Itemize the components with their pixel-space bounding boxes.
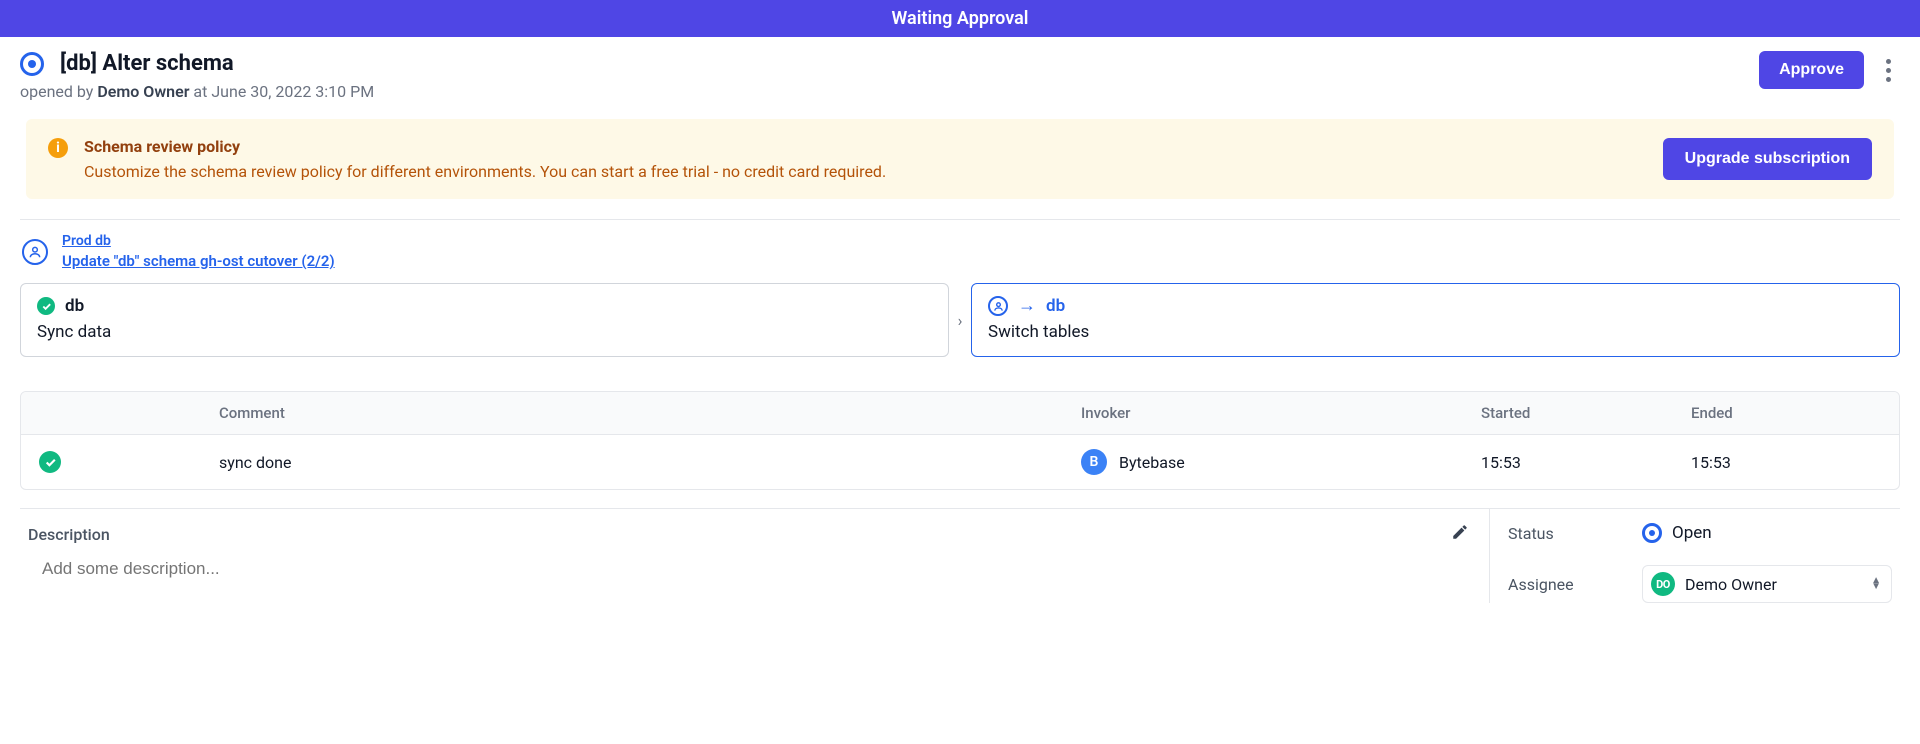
waiting-approval-banner: Waiting Approval (0, 0, 1920, 37)
table-row: sync done B Bytebase 15:53 15:53 (21, 434, 1899, 489)
banner-title: Schema review policy (84, 137, 886, 156)
title-block: [db] Alter schema opened by Demo Owner a… (20, 51, 374, 101)
assignee-avatar: DO (1651, 572, 1675, 596)
status-value: Open (1642, 523, 1712, 543)
opened-by-prefix: opened by (20, 82, 97, 101)
stage-links: Prod db Update "db" schema gh-ost cutove… (62, 232, 335, 271)
status-text: Open (1672, 523, 1712, 543)
assignee-label: Assignee (1508, 575, 1626, 594)
issue-sidebar: Status Open Assignee DO Demo Owner ▲▼ (1490, 509, 1900, 603)
assignee-name: Demo Owner (1685, 575, 1777, 594)
header-actions: Approve (1759, 51, 1900, 89)
status-open-icon (20, 52, 44, 76)
banner-text: Schema review policy Customize the schem… (84, 137, 886, 181)
issue-title: [db] Alter schema (60, 51, 234, 76)
assignee-row: Assignee DO Demo Owner ▲▼ (1508, 565, 1892, 603)
env-link[interactable]: Prod db (62, 232, 335, 251)
status-label: Status (1508, 524, 1626, 543)
stage-header: Prod db Update "db" schema gh-ost cutove… (20, 232, 1900, 283)
col-started: Started (1481, 404, 1691, 422)
issue-header: [db] Alter schema opened by Demo Owner a… (20, 51, 1900, 101)
issue-subtitle: opened by Demo Owner at June 30, 2022 3:… (20, 82, 374, 101)
assignee-select[interactable]: DO Demo Owner ▲▼ (1642, 565, 1892, 603)
col-invoker: Invoker (1081, 404, 1481, 422)
step-top: db (37, 296, 932, 316)
check-circle-icon (39, 451, 61, 473)
approve-button[interactable]: Approve (1759, 51, 1864, 89)
lower-section: Description Status Open Assignee DO (20, 508, 1900, 603)
arrow-right-icon: → (1018, 297, 1036, 315)
stage-section: Prod db Update "db" schema gh-ost cutove… (20, 219, 1900, 373)
table-header: Comment Invoker Started Ended (21, 392, 1899, 434)
row-invoker: B Bytebase (1081, 449, 1481, 475)
check-circle-icon (37, 297, 55, 315)
issue-owner: Demo Owner (97, 82, 189, 101)
step-top: → db (988, 296, 1883, 316)
row-status (39, 451, 219, 473)
title-line: [db] Alter schema (20, 51, 374, 76)
banner-left: i Schema review policy Customize the sch… (48, 137, 886, 181)
col-ended: Ended (1691, 404, 1881, 422)
opened-at: at June 30, 2022 3:10 PM (189, 82, 374, 101)
step-card-switch-tables[interactable]: → db Switch tables (971, 283, 1900, 357)
edit-icon[interactable] (1451, 523, 1469, 545)
invoker-avatar: B (1081, 449, 1107, 475)
schema-review-banner: i Schema review policy Customize the sch… (26, 119, 1894, 199)
user-icon (22, 239, 48, 265)
invoker-name: Bytebase (1119, 453, 1185, 472)
user-icon-small (988, 296, 1008, 316)
status-open-icon (1642, 523, 1662, 543)
task-link[interactable]: Update "db" schema gh-ost cutover (2/2) (62, 251, 335, 271)
row-comment: sync done (219, 453, 1081, 472)
status-row: Status Open (1508, 523, 1892, 543)
steps-row: db Sync data › → db Switch tables (20, 283, 1900, 357)
step-subtitle: Sync data (37, 322, 932, 342)
more-menu-button[interactable] (1876, 52, 1900, 88)
step-name: db (65, 296, 84, 316)
step-name: db (1046, 296, 1065, 316)
row-ended: 15:53 (1691, 453, 1881, 472)
assignee-left: DO Demo Owner (1651, 572, 1777, 596)
description-label: Description (28, 525, 110, 544)
page-body: [db] Alter schema opened by Demo Owner a… (0, 37, 1920, 603)
col-comment: Comment (219, 404, 1081, 422)
step-card-sync-data[interactable]: db Sync data (20, 283, 949, 357)
chevron-right-icon: › (949, 283, 971, 357)
description-panel: Description (20, 509, 1490, 603)
activity-table: Comment Invoker Started Ended sync done … (20, 391, 1900, 490)
banner-desc: Customize the schema review policy for d… (84, 162, 886, 181)
sort-arrows-icon: ▲▼ (1871, 578, 1881, 590)
description-header: Description (28, 523, 1469, 545)
step-subtitle: Switch tables (988, 322, 1883, 342)
description-input[interactable] (28, 545, 1469, 581)
row-started: 15:53 (1481, 453, 1691, 472)
upgrade-subscription-button[interactable]: Upgrade subscription (1663, 138, 1872, 180)
info-icon: i (48, 138, 68, 158)
